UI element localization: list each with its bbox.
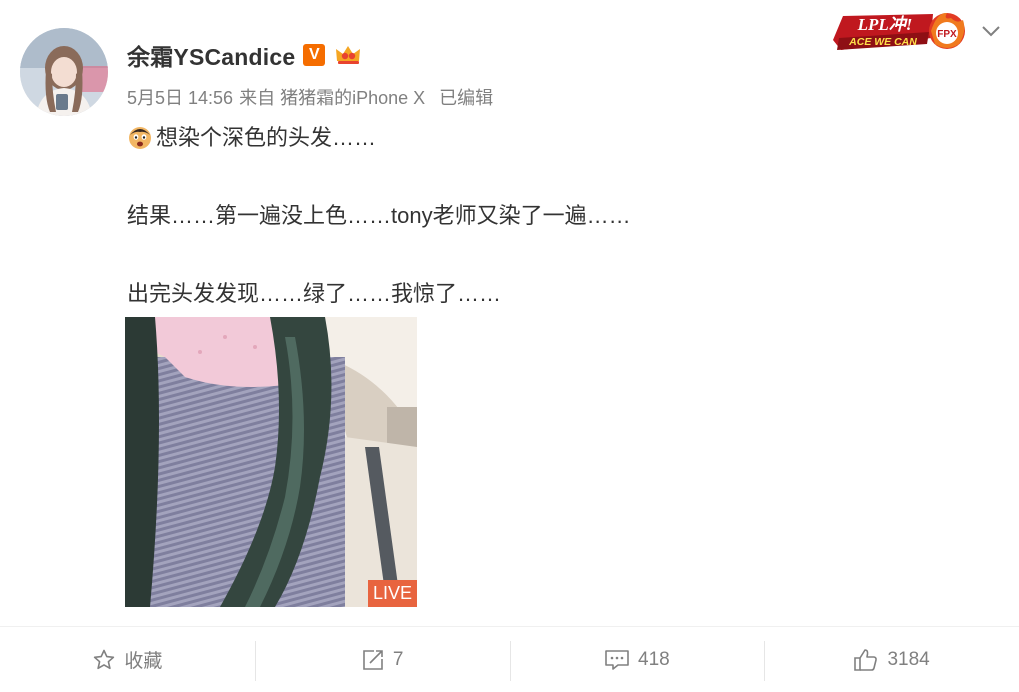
- action-bar: 收藏 7 418 3184: [0, 626, 1019, 692]
- comment-count: 418: [638, 648, 670, 670]
- fan-crown-icon[interactable]: [333, 43, 363, 67]
- favorite-label: 收藏: [124, 651, 163, 672]
- shocked-face-emoji-icon: [127, 123, 153, 149]
- favorite-button[interactable]: 收藏: [0, 627, 255, 692]
- post-timestamp[interactable]: 5月5日 14:56: [127, 84, 233, 110]
- post-text: 想染个深色的头发…… 结果……第一遍没上色……tony老师又染了一遍…… 出完头…: [127, 118, 827, 314]
- top-right-area: FPX LPL冲! ACE WE CAN: [833, 10, 1003, 52]
- like-button[interactable]: 3184: [764, 627, 1019, 692]
- live-photo-badge[interactable]: LIVE: [367, 580, 417, 607]
- repost-icon: [363, 649, 383, 670]
- comment-button[interactable]: 418: [509, 627, 765, 692]
- avatar-photo-icon: [20, 28, 108, 116]
- star-icon: [94, 649, 115, 669]
- promo-line-2: ACE WE CAN: [848, 36, 917, 48]
- photo-image: [125, 317, 417, 607]
- thumbs-up-icon: [854, 648, 878, 671]
- weibo-post-card: 余霜YSCandice V 5月5日 14:56 来自 猪猪霜的iPhone X…: [0, 0, 1019, 692]
- repost-count: 7: [392, 648, 404, 670]
- edited-label[interactable]: 已编辑: [439, 84, 493, 110]
- post-line-1-text: 想染个深色的头发……: [156, 125, 377, 150]
- post-line-2: 结果……第一遍没上色……tony老师又染了一遍……: [127, 203, 631, 228]
- promo-team: FPX: [937, 29, 957, 40]
- author-name[interactable]: 余霜YSCandice: [127, 38, 295, 72]
- comment-icon: [605, 649, 629, 670]
- author-row: 余霜YSCandice V: [127, 38, 363, 72]
- repost-button[interactable]: 7: [254, 627, 510, 692]
- lpl-fpx-promo-badge[interactable]: FPX LPL冲! ACE WE CAN: [833, 10, 967, 52]
- like-count: 3184: [887, 648, 930, 670]
- promo-line-1: LPL冲!: [857, 15, 913, 34]
- post-line-1: 想染个深色的头发……: [127, 118, 827, 158]
- post-meta: 5月5日 14:56 来自 猪猪霜的iPhone X 已编辑: [127, 84, 493, 110]
- chevron-down-icon[interactable]: [979, 19, 1003, 43]
- post-line-3: 出完头发发现……绿了……我惊了……: [127, 281, 502, 306]
- post-live-photo[interactable]: LIVE: [125, 317, 417, 607]
- avatar[interactable]: [20, 28, 108, 116]
- verified-badge-icon[interactable]: V: [303, 44, 326, 66]
- post-source[interactable]: 来自 猪猪霜的iPhone X: [239, 84, 425, 110]
